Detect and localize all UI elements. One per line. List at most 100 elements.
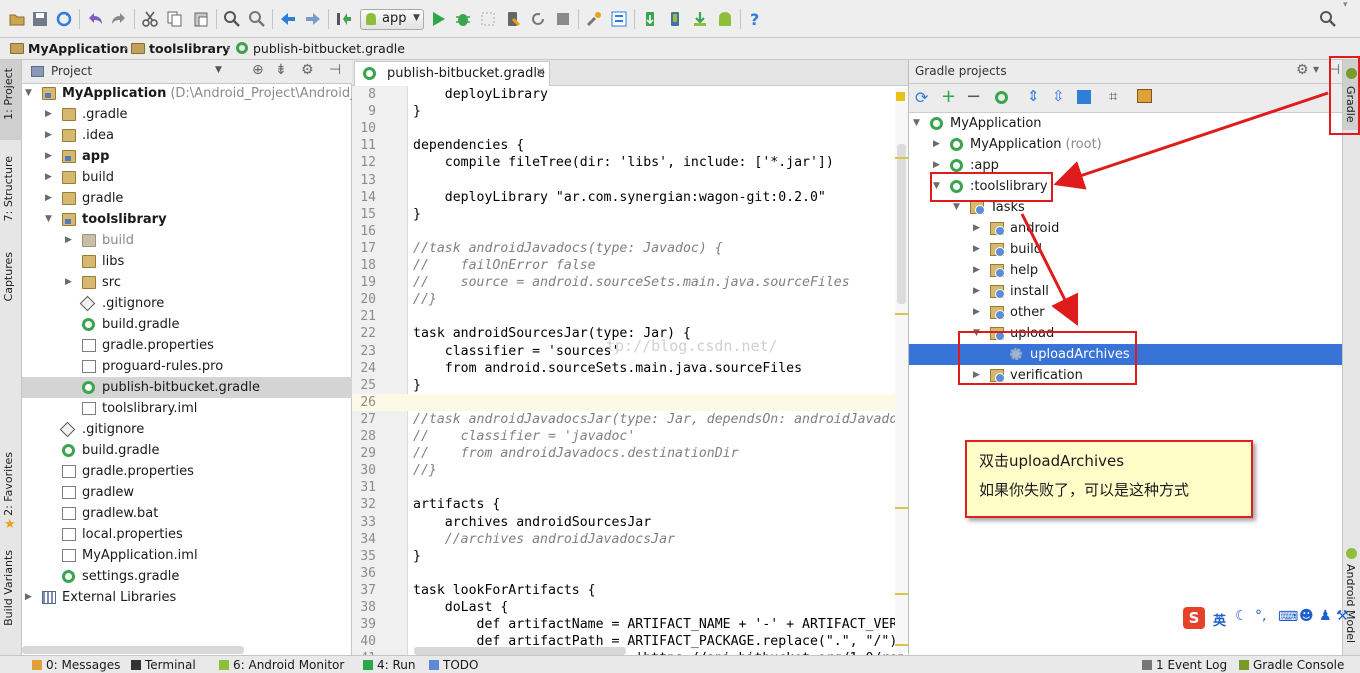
make-project-icon[interactable]	[335, 10, 353, 28]
warning-marker[interactable]	[895, 313, 908, 315]
code-line[interactable]: 26	[352, 393, 908, 411]
tool-window-event-log[interactable]: 1 Event Log	[1142, 658, 1227, 672]
code-line[interactable]: 17 //task androidJavadocs(type: Javadoc) …	[352, 240, 908, 257]
code-line[interactable]: 32 artifacts {	[352, 496, 908, 513]
project-tree-row[interactable]: publish-bitbucket.gradle	[22, 377, 352, 398]
debug-icon[interactable]	[454, 10, 472, 28]
refresh-icon[interactable]: ⟳	[915, 88, 928, 107]
tree-collapsed-icon[interactable]: ▶	[973, 239, 980, 260]
user-icon[interactable]: ☻	[1299, 608, 1314, 624]
folder-open-icon[interactable]	[8, 10, 26, 28]
breadcrumb-item-file[interactable]: publish-bitbucket.gradle	[236, 41, 405, 57]
code-line[interactable]: 16	[352, 223, 908, 240]
code-line[interactable]: 34 //archives androidJavadocsJar	[352, 531, 908, 548]
scroll-thumb[interactable]	[897, 144, 906, 304]
offline-mode-icon[interactable]: ⌗	[1109, 87, 1117, 105]
tool-window-terminal[interactable]: Terminal	[131, 658, 196, 672]
project-tree-row[interactable]: local.properties	[22, 524, 352, 545]
project-tree-row[interactable]: toolslibrary.iml	[22, 398, 352, 419]
tree-collapsed-icon[interactable]: ▶	[973, 260, 980, 281]
tree-collapsed-icon[interactable]: ▶	[45, 104, 52, 125]
copy-icon[interactable]	[166, 10, 184, 28]
horizontal-scrollbar[interactable]	[22, 646, 244, 654]
code-line[interactable]: 28 // classifier = 'javadoc'	[352, 428, 908, 445]
run-config-dropdown[interactable]: app ▼	[360, 9, 424, 30]
tree-collapsed-icon[interactable]: ▶	[973, 281, 980, 302]
project-tree-row[interactable]: gradle.properties	[22, 335, 352, 356]
tool-tab-favorites[interactable]: 2: Favorites	[2, 452, 20, 516]
code-line[interactable]: 15}	[352, 206, 908, 223]
gradle-tree-row[interactable]: ▶ other	[909, 302, 1343, 323]
tree-expanded-icon[interactable]: ▼	[913, 113, 920, 134]
code-line[interactable]: 30 //}	[352, 462, 908, 479]
tool-tab-build-variants[interactable]: Build Variants	[2, 550, 20, 626]
code-line[interactable]: 38 doLast {	[352, 599, 908, 616]
ime-toolbar[interactable]: S 英 ☾ °, ⌨ ☻ ♟ ⚒	[1183, 606, 1349, 632]
tree-collapsed-icon[interactable]: ▶	[45, 167, 52, 188]
project-tree-row[interactable]: .gitignore	[22, 293, 352, 314]
project-tree-row[interactable]: proguard-rules.pro	[22, 356, 352, 377]
chevron-down-icon[interactable]: ▼	[1313, 65, 1319, 74]
warning-marker[interactable]	[895, 157, 908, 159]
search-icon[interactable]	[1319, 10, 1337, 28]
project-tree-row[interactable]: gradlew.bat	[22, 503, 352, 524]
chevron-down-icon[interactable]: ▼	[215, 65, 222, 75]
gradle-tree-row[interactable]: ▼ MyApplication	[909, 113, 1343, 134]
project-tree-row[interactable]: ▶ app	[22, 146, 352, 167]
group-modules-icon[interactable]	[1077, 90, 1091, 104]
code-line[interactable]: 25}	[352, 377, 908, 394]
stop-icon[interactable]	[554, 10, 572, 28]
tool-window-todo[interactable]: TODO	[429, 658, 478, 672]
editor-tab-publish-bitbucket[interactable]: publish-bitbucket.gradle ×	[354, 61, 550, 86]
project-tree-row[interactable]: ▶ .gradle	[22, 104, 352, 125]
code-line[interactable]: 21	[352, 308, 908, 325]
moon-icon[interactable]: ☾	[1235, 608, 1248, 624]
project-tree-row[interactable]: ▶ build	[22, 167, 352, 188]
gradle-tree-row[interactable]: ▶ build	[909, 239, 1343, 260]
project-tree-row[interactable]: .gitignore	[22, 419, 352, 440]
project-tree-row[interactable]: gradle.properties	[22, 461, 352, 482]
editor-horizontal-scrollbar[interactable]	[414, 647, 626, 655]
project-view-selector[interactable]: Project	[51, 64, 92, 78]
settings-gear-icon[interactable]: ⚙	[301, 62, 314, 78]
code-line[interactable]: 29 // from androidJavadocs.destinationDir	[352, 445, 908, 462]
tree-collapsed-icon[interactable]: ▶	[25, 587, 32, 608]
code-line[interactable]: 11 dependencies {	[352, 137, 908, 154]
tree-expanded-icon[interactable]: ▼	[25, 83, 32, 104]
code-line[interactable]: 33 archives androidSourcesJar	[352, 514, 908, 531]
code-line[interactable]: 13	[352, 172, 908, 189]
code-line[interactable]: 14 deployLibrary "ar.com.synergian:wagon…	[352, 189, 908, 206]
code-line[interactable]: 8 deployLibrary	[352, 86, 908, 103]
project-tree-row[interactable]: ▶ gradle	[22, 188, 352, 209]
attach-debugger-icon[interactable]	[479, 10, 497, 28]
tool-window-messages[interactable]: 0: Messages	[32, 658, 120, 672]
project-tree-row[interactable]: libs	[22, 251, 352, 272]
android-device-monitor-icon[interactable]	[716, 10, 734, 28]
project-tree-row[interactable]: ▶ External Libraries	[22, 587, 352, 608]
back-icon[interactable]	[279, 10, 297, 28]
project-tree-row[interactable]: ▶ .idea	[22, 125, 352, 146]
tree-collapsed-icon[interactable]: ▶	[973, 302, 980, 323]
code-line[interactable]: 36	[352, 565, 908, 582]
collapse-all-icon[interactable]: ⇟	[275, 62, 287, 78]
apply-changes-icon[interactable]	[504, 10, 522, 28]
avd-manager-icon[interactable]	[666, 10, 684, 28]
tree-collapsed-icon[interactable]: ▶	[45, 146, 52, 167]
tree-collapsed-icon[interactable]: ▶	[933, 134, 940, 155]
tool-tab-structure[interactable]: 7: Structure	[2, 156, 20, 221]
editor-scrollbar[interactable]	[895, 88, 908, 653]
tree-collapsed-icon[interactable]: ▶	[65, 230, 72, 251]
tree-collapsed-icon[interactable]: ▶	[65, 272, 72, 293]
skin-icon[interactable]: ♟	[1319, 608, 1332, 624]
add-icon[interactable]: +	[941, 86, 956, 107]
tree-expanded-icon[interactable]: ▼	[45, 209, 52, 230]
structure-icon[interactable]	[610, 10, 628, 28]
project-tree-row[interactable]: ▼ MyApplication (D:\Android_Project\Androi…	[22, 83, 385, 104]
collapse-all-icon[interactable]: ⇳	[1052, 87, 1065, 105]
replace-icon[interactable]	[248, 10, 266, 28]
redo-icon[interactable]	[110, 10, 128, 28]
project-tree-row[interactable]: build.gradle	[22, 314, 352, 335]
code-line[interactable]: 18 // failOnError false	[352, 257, 908, 274]
code-line[interactable]: 10	[352, 120, 908, 137]
project-tree-row[interactable]: MyApplication.iml	[22, 545, 352, 566]
